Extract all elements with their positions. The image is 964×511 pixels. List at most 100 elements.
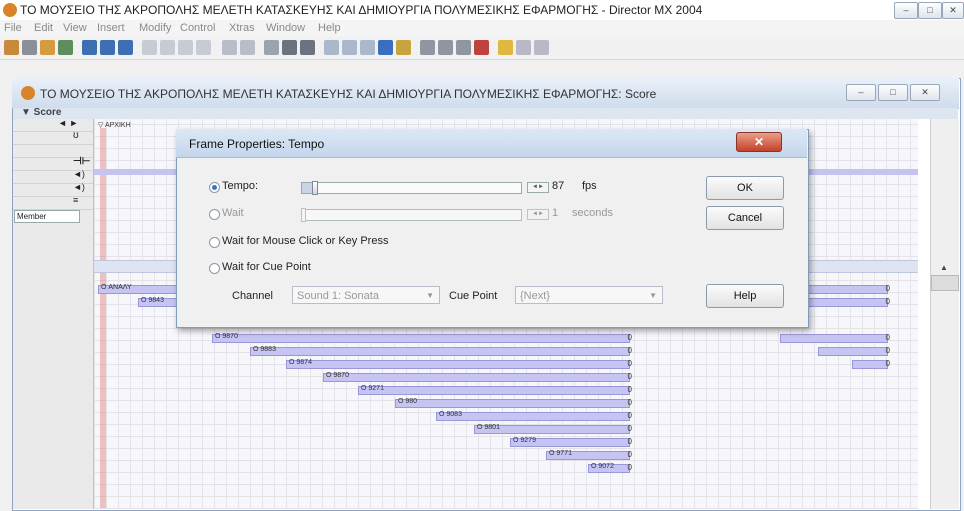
menu-window[interactable]: Window xyxy=(266,22,305,34)
behavior-inspector-icon[interactable] xyxy=(474,40,489,55)
sprite-bar[interactable]: 0 xyxy=(852,359,890,369)
sprite-bar[interactable]: O 9083 0 xyxy=(436,411,632,421)
score-app-icon xyxy=(21,86,35,100)
exchange-cast-icon[interactable] xyxy=(240,40,255,55)
dialog-close-button[interactable]: ✕ xyxy=(736,132,782,152)
sprite-bar[interactable]: O 9874 0 xyxy=(286,359,632,369)
score-minimize-button[interactable]: – xyxy=(846,84,876,101)
paint-window-icon[interactable] xyxy=(420,40,435,55)
display-select[interactable]: Member xyxy=(14,210,80,223)
cue-point-select-value: {Next} xyxy=(520,290,550,302)
stage-window-icon[interactable] xyxy=(324,40,339,55)
scroll-thumb[interactable] xyxy=(931,275,959,291)
transition-icon: ⊣⊢ xyxy=(73,156,91,167)
chevron-down-icon: ▼ xyxy=(426,291,434,300)
dialog-title: Frame Properties: Tempo xyxy=(189,137,325,151)
sound-channel-2[interactable]: ◄) xyxy=(13,182,93,197)
close-window-button[interactable]: ✕ xyxy=(942,2,964,19)
maximize-button[interactable]: □ xyxy=(918,2,942,19)
sprite-bar[interactable]: O 9870 0 xyxy=(212,333,632,343)
score-close-button[interactable]: ✕ xyxy=(910,84,940,101)
sprite-bar[interactable]: O 9279 0 xyxy=(510,437,632,447)
save-all-icon[interactable] xyxy=(118,40,133,55)
main-toolbar xyxy=(0,37,964,60)
sprite-bar[interactable]: O 9771 0 xyxy=(546,450,632,460)
menu-edit[interactable]: Edit xyxy=(34,22,53,34)
play-icon[interactable] xyxy=(300,40,315,55)
sprite-bar[interactable]: O 9072 0 xyxy=(588,463,632,473)
library-palette-icon[interactable] xyxy=(396,40,411,55)
tempo-radio[interactable] xyxy=(209,182,220,193)
script-channel[interactable]: ≡ xyxy=(13,195,93,210)
sprite-bar[interactable]: O 9801 0 xyxy=(474,424,632,434)
sprite-bar[interactable]: O 980 0 xyxy=(395,398,632,408)
new-movie-icon[interactable] xyxy=(4,40,19,55)
stop-icon[interactable] xyxy=(282,40,297,55)
tempo-value: 87 xyxy=(552,180,565,192)
message-window-icon[interactable] xyxy=(498,40,513,55)
new-cast-icon[interactable] xyxy=(22,40,37,55)
channel-row[interactable]: ◄ ► xyxy=(13,118,93,132)
channel-select[interactable]: Sound 1: Sonata ▼ xyxy=(292,286,440,304)
cue-point-label: Cue Point xyxy=(449,290,498,302)
menu-help[interactable]: Help xyxy=(318,22,341,34)
playhead[interactable] xyxy=(100,128,106,508)
import-icon[interactable] xyxy=(58,40,73,55)
sprite-bar[interactable]: 0 xyxy=(818,346,890,356)
cast-window-icon[interactable] xyxy=(342,40,357,55)
app-title-bar: ΤΟ ΜΟΥΣΕΙΟ ΤΗΣ ΑΚΡΟΠΟΛΗΣ ΜΕΛΕΤΗ ΚΑΤΑΣΚΕΥ… xyxy=(0,0,964,21)
vector-shape-icon[interactable] xyxy=(438,40,453,55)
score-panel-label: ▼ Score xyxy=(21,107,62,118)
score-window-title-bar: ΤΟ ΜΟΥΣΕΙΟ ΤΗΣ ΑΚΡΟΠΟΛΗΣ ΜΕΛΕΤΗ ΚΑΤΑΣΚΕΥ… xyxy=(12,78,959,109)
score-vertical-scrollbar[interactable] xyxy=(930,119,959,509)
sprite-bar[interactable]: 0 xyxy=(780,333,890,343)
menu-file[interactable]: File xyxy=(4,22,22,34)
wait-mouse-radio[interactable] xyxy=(209,237,220,248)
tempo-label: Tempo: xyxy=(222,180,259,192)
wait-unit: seconds xyxy=(572,207,613,219)
paste-icon[interactable] xyxy=(196,40,211,55)
undo-icon[interactable] xyxy=(142,40,157,55)
help-cursor-icon[interactable] xyxy=(534,40,549,55)
cue-point-select[interactable]: {Next} ▼ xyxy=(515,286,663,304)
score-maximize-button[interactable]: □ xyxy=(878,84,908,101)
tempo-stepper[interactable]: ◄► xyxy=(527,182,549,193)
cut-icon[interactable] xyxy=(160,40,175,55)
menu-modify[interactable]: Modify xyxy=(139,22,171,34)
open-icon[interactable] xyxy=(40,40,55,55)
rewind-icon[interactable] xyxy=(264,40,279,55)
text-window-icon[interactable] xyxy=(456,40,471,55)
sprite-bar[interactable]: O 9883 0 xyxy=(250,346,632,356)
ok-button[interactable]: OK xyxy=(706,176,784,200)
menu-control[interactable]: Control xyxy=(180,22,215,34)
sprite-bar[interactable]: O 9870 0 xyxy=(323,372,632,382)
wait-stepper[interactable]: ◄► xyxy=(527,209,549,220)
chevron-down-icon: ▼ xyxy=(649,291,657,300)
minimize-button[interactable]: – xyxy=(894,2,918,19)
sprite-bar[interactable]: O 9271 0 xyxy=(358,385,632,395)
save-icon[interactable] xyxy=(82,40,97,55)
tempo-slider[interactable] xyxy=(301,181,522,195)
menu-insert[interactable]: Insert xyxy=(97,22,125,34)
tempo-slider-thumb[interactable] xyxy=(312,181,318,195)
wait-cue-radio[interactable] xyxy=(209,263,220,274)
score-panel-header[interactable]: ▼ Score xyxy=(13,107,958,119)
score-window-icon[interactable] xyxy=(360,40,375,55)
wait-radio[interactable] xyxy=(209,209,220,220)
help-button[interactable]: Help xyxy=(706,284,784,308)
menu-view[interactable]: View xyxy=(63,22,87,34)
property-inspector-icon[interactable] xyxy=(378,40,393,55)
save-and-compact-icon[interactable] xyxy=(100,40,115,55)
channel-label: Channel xyxy=(232,290,273,302)
copy-icon[interactable] xyxy=(178,40,193,55)
scroll-up-arrow-icon[interactable]: ▲ xyxy=(931,263,957,273)
wait-slider[interactable] xyxy=(301,208,522,222)
wait-slider-thumb[interactable] xyxy=(301,208,306,222)
find-icon[interactable] xyxy=(222,40,237,55)
script-window-icon[interactable] xyxy=(516,40,531,55)
menu-xtras[interactable]: Xtras xyxy=(229,22,255,34)
cancel-button[interactable]: Cancel xyxy=(706,206,784,230)
wait-mouse-label: Wait for Mouse Click or Key Press xyxy=(222,235,389,247)
script-icon: ≡ xyxy=(73,195,79,205)
tempo-channel[interactable]: ʊ xyxy=(13,130,93,145)
